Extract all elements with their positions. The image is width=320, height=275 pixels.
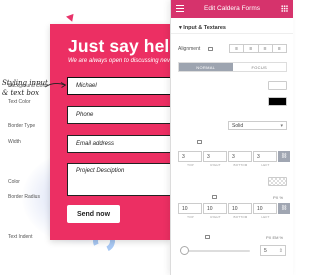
dim-label: TOP <box>187 215 194 219</box>
send-now-button[interactable]: Send now <box>67 205 120 223</box>
tab-normal[interactable]: NORMAL <box>179 63 233 71</box>
dim-label: RIGHT <box>210 163 221 167</box>
email-field[interactable]: Email address <box>67 135 187 153</box>
radius-bottom-input[interactable]: 10 <box>228 203 252 214</box>
align-center-icon[interactable]: ≡ <box>244 45 259 52</box>
text-indent-slider-track[interactable] <box>180 250 250 252</box>
radius-right-input[interactable]: 10 <box>203 203 227 214</box>
link-values-icon[interactable]: ⛓ <box>278 151 290 162</box>
border-radius-label: Border Radius <box>8 194 40 200</box>
alignment-label: Alignment <box>178 46 201 52</box>
name-field[interactable]: Michael <box>67 77 187 95</box>
triangle-decoration <box>66 13 76 24</box>
section-title: Input & Textares <box>183 25 226 31</box>
form-headline: Just say hell <box>68 36 175 56</box>
tab-focus[interactable]: FOCUS <box>233 63 287 71</box>
width-top-input[interactable]: 3 <box>178 151 202 162</box>
width-dim-labels: TOP RIGHT BOTTOM LEFT <box>178 163 278 167</box>
text-indent-input[interactable]: 5 <box>260 245 286 256</box>
width-left-input[interactable]: 3 <box>253 151 277 162</box>
width-label: Width <box>8 139 21 145</box>
radius-dim-labels: TOP RIGHT BOTTOM LEFT <box>178 215 278 219</box>
radius-unit-switch[interactable]: PX % <box>273 195 283 200</box>
border-type-select[interactable]: Solid <box>228 121 287 130</box>
indent-unit-switch[interactable]: PX EM % <box>266 235 283 240</box>
width-bottom-input[interactable]: 3 <box>228 151 252 162</box>
monitor-icon[interactable] <box>208 47 213 51</box>
monitor-icon[interactable] <box>212 195 217 199</box>
radius-top-input[interactable]: 10 <box>178 203 202 214</box>
radius-inputs: 10 10 10 10 ⛓ <box>178 203 290 214</box>
text-indent-slider-handle[interactable] <box>180 246 189 255</box>
state-tabs: NORMAL FOCUS <box>178 62 287 72</box>
grid-icon[interactable] <box>281 5 288 12</box>
link-values-icon[interactable]: ⛓ <box>278 203 290 214</box>
section-toggle[interactable]: ▾ Input & Textares <box>171 22 293 34</box>
dim-label: BOTTOM <box>233 215 248 219</box>
align-left-icon[interactable]: ≡ <box>230 45 245 52</box>
panel-header: Edit Caldera Forms <box>171 0 293 18</box>
width-right-input[interactable]: 3 <box>203 151 227 162</box>
text-indent-label: Text Indent <box>8 234 33 240</box>
alignment-control: ≡ ≡ ≡ ≡ <box>229 44 287 53</box>
background-color-label: Background Color <box>8 83 49 89</box>
background-color-swatch[interactable] <box>268 81 287 90</box>
text-color-label: Text Color <box>8 99 31 105</box>
description-textarea[interactable]: Project Desciption <box>67 163 187 196</box>
dim-label: LEFT <box>261 215 270 219</box>
align-right-icon[interactable]: ≡ <box>259 45 273 52</box>
annotation-line-2: & text box <box>2 89 40 97</box>
monitor-icon[interactable] <box>205 235 210 239</box>
form-subline: We are always open to discussing nev <box>68 58 170 64</box>
radius-left-input[interactable]: 10 <box>253 203 277 214</box>
color-label: Color <box>8 179 20 185</box>
align-justify-icon[interactable]: ≡ <box>273 45 286 52</box>
dim-label: RIGHT <box>210 215 221 219</box>
dim-label: BOTTOM <box>233 163 248 167</box>
text-color-swatch[interactable] <box>268 97 287 106</box>
dim-label: TOP <box>187 163 194 167</box>
dim-label: LEFT <box>261 163 270 167</box>
panel-title: Edit Caldera Forms <box>204 5 260 12</box>
border-color-swatch[interactable] <box>268 177 287 186</box>
phone-field[interactable]: Phone <box>67 106 187 124</box>
border-type-label: Border Type <box>8 123 36 129</box>
monitor-icon[interactable] <box>197 140 202 144</box>
editor-panel: Edit Caldera Forms ▾ Input & Textares <box>170 0 293 275</box>
width-inputs: 3 3 3 3 ⛓ <box>178 151 290 162</box>
